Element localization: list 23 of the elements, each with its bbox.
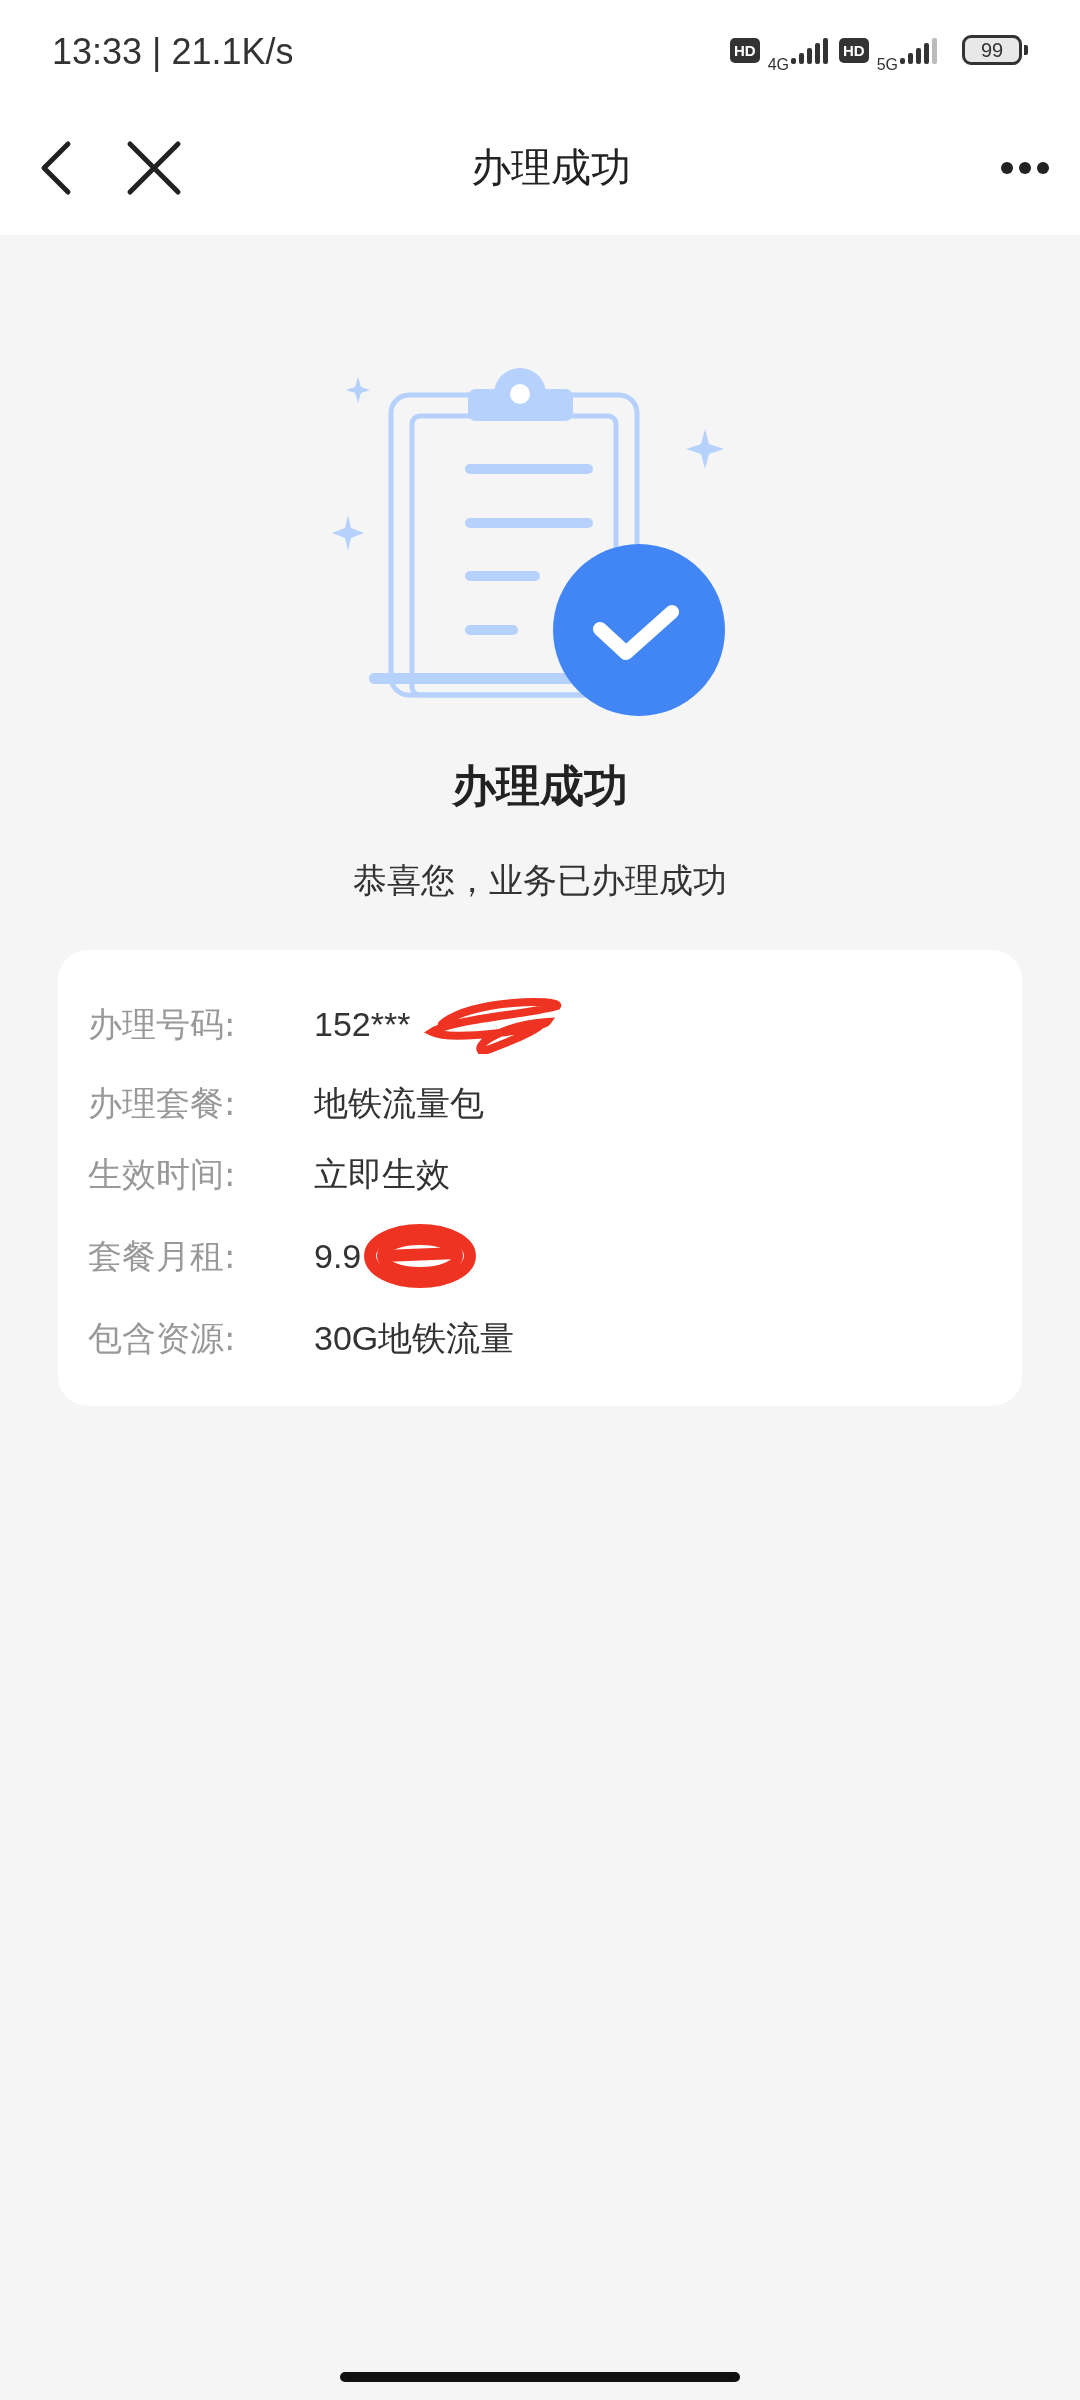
detail-label: 包含资源: (88, 1317, 237, 1360)
detail-label: 生效时间: (88, 1153, 237, 1196)
close-button[interactable] (126, 139, 182, 196)
result-message: 恭喜您，业务已办理成功 (353, 859, 727, 902)
status-time: 13:33 | 21.1K/s (52, 31, 294, 73)
network-type: 4G (767, 56, 789, 74)
detail-label: 办理号码: (88, 1003, 237, 1046)
signal-icon (791, 36, 831, 64)
network-type: 5G (876, 56, 898, 74)
result-title: 办理成功 (452, 759, 628, 813)
signal-icon (900, 36, 940, 64)
detail-value: 地铁流量包 (314, 1083, 484, 1124)
hd-badge: HD (839, 37, 869, 63)
page-title: 办理成功 (470, 143, 632, 192)
detail-value: 立即生效 (314, 1154, 450, 1195)
detail-label: 办理套餐: (88, 1082, 237, 1125)
more-button[interactable] (1000, 160, 1050, 175)
battery-level: 99 (962, 35, 1022, 65)
hd-badge: HD (729, 37, 760, 63)
detail-value: 30G地铁流量 (314, 1318, 515, 1359)
detail-value: 9.9 (314, 1236, 362, 1277)
detail-label: 套餐月租: (88, 1235, 237, 1278)
detail-value: 152*** (314, 1004, 411, 1045)
